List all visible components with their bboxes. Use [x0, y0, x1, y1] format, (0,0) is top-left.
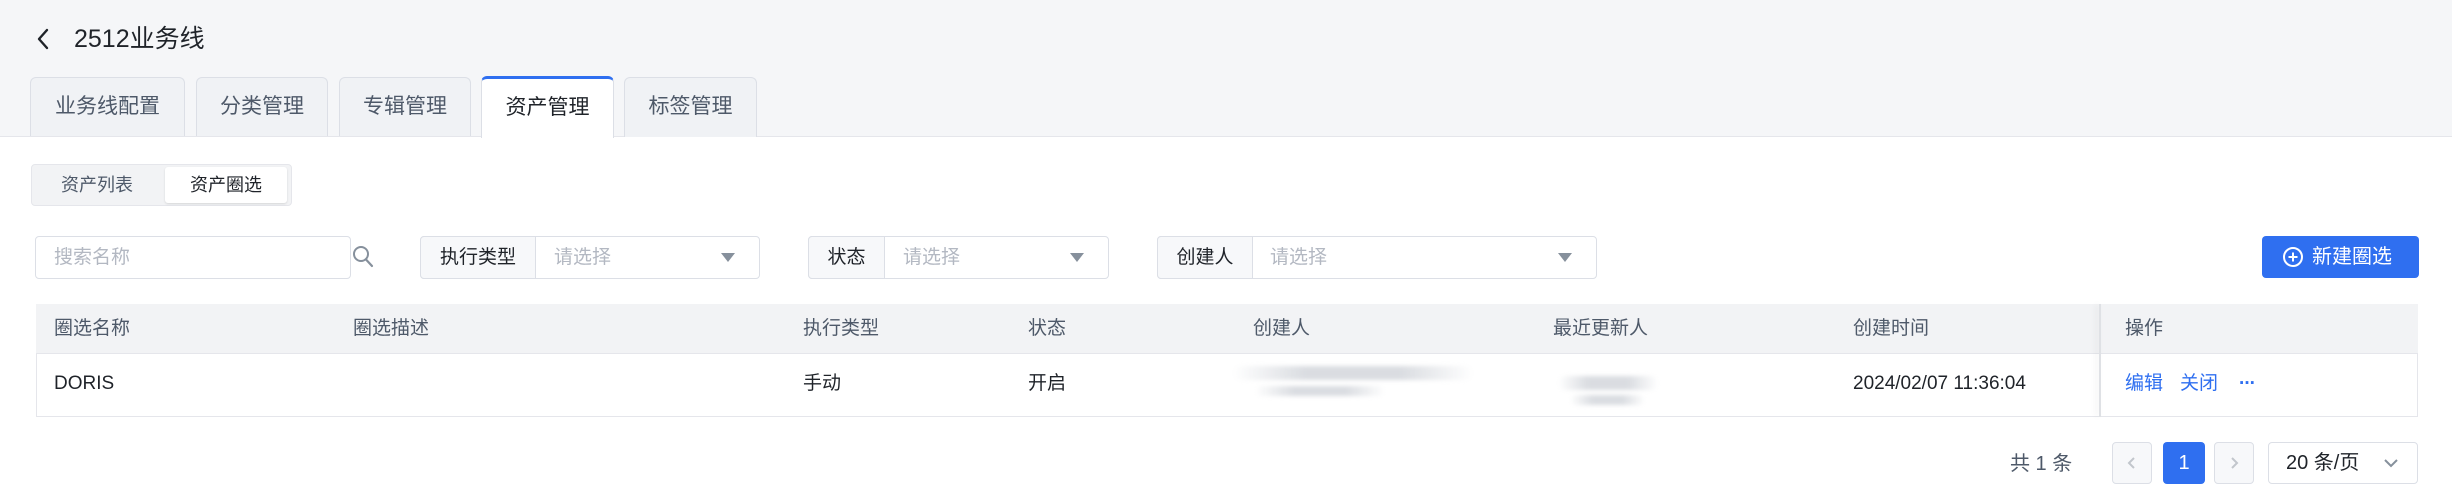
cell-creator-redacted — [1233, 366, 1473, 380]
chevron-right-icon — [2231, 457, 2239, 469]
exec-type-placeholder: 请选择 — [554, 247, 612, 268]
page-size-select[interactable]: 20 条/页 — [2268, 442, 2418, 484]
segment-asset-list[interactable]: 资产列表 — [35, 167, 159, 203]
fixed-column-divider — [2099, 304, 2101, 417]
chevron-down-icon — [721, 253, 735, 262]
column-header-exec-type: 执行类型 — [803, 318, 880, 339]
tab-asset-management[interactable]: 资产管理 — [481, 76, 614, 138]
chevron-down-icon — [1558, 253, 1572, 262]
column-header-last-updater: 最近更新人 — [1553, 318, 1649, 339]
column-header-creator: 创建人 — [1253, 318, 1311, 339]
cell-created-at: 2024/02/07 11:36:04 — [1853, 373, 2026, 394]
status-label: 状态 — [808, 236, 885, 279]
tab-tag-management[interactable]: 标签管理 — [624, 77, 757, 137]
prev-page-button[interactable] — [2112, 442, 2152, 484]
cell-creator-redacted-2 — [1255, 386, 1385, 396]
cell-last-updater-redacted — [1558, 376, 1658, 390]
back-button[interactable] — [30, 24, 56, 54]
new-selection-button[interactable]: 新建圈选 — [2262, 236, 2419, 278]
more-actions-icon[interactable]: ··· — [2239, 360, 2256, 408]
tab-business-line-config[interactable]: 业务线配置 — [30, 77, 185, 137]
column-header-status: 状态 — [1028, 318, 1067, 339]
cell-name: DORIS — [54, 373, 115, 394]
page-size-label: 20 条/页 — [2286, 452, 2360, 474]
close-link[interactable]: 关闭 — [2180, 360, 2218, 408]
column-header-description: 圈选描述 — [353, 318, 430, 339]
page-button-current[interactable]: 1 — [2163, 442, 2205, 484]
search-placeholder: 搜索名称 — [54, 247, 131, 268]
page-title: 2512业务线 — [74, 25, 205, 53]
chevron-down-icon — [1070, 253, 1084, 262]
edit-link[interactable]: 编辑 — [2125, 360, 2163, 408]
creator-label: 创建人 — [1157, 236, 1253, 279]
search-icon[interactable] — [351, 244, 375, 270]
chevron-left-icon — [2127, 457, 2135, 469]
tab-category-management[interactable]: 分类管理 — [196, 77, 328, 137]
column-header-actions: 操作 — [2125, 318, 2164, 339]
column-header-name: 圈选名称 — [54, 318, 131, 339]
creator-placeholder: 请选择 — [1270, 247, 1328, 268]
chevron-down-icon — [2384, 459, 2398, 468]
pagination-total: 共 1 条 — [2010, 453, 2073, 475]
column-header-created-at: 创建时间 — [1853, 318, 1930, 339]
next-page-button[interactable] — [2214, 442, 2254, 484]
status-placeholder: 请选择 — [903, 247, 961, 268]
cell-exec-type: 手动 — [803, 373, 842, 394]
segment-asset-selection[interactable]: 资产圈选 — [165, 167, 287, 203]
tab-album-management[interactable]: 专辑管理 — [339, 77, 471, 137]
exec-type-label: 执行类型 — [420, 236, 536, 279]
plus-circle-icon — [2283, 247, 2303, 267]
new-selection-label: 新建圈选 — [2312, 246, 2392, 268]
cell-status: 开启 — [1028, 373, 1067, 394]
chevron-left-icon — [37, 28, 49, 50]
cell-last-updater-redacted-2 — [1570, 395, 1645, 405]
